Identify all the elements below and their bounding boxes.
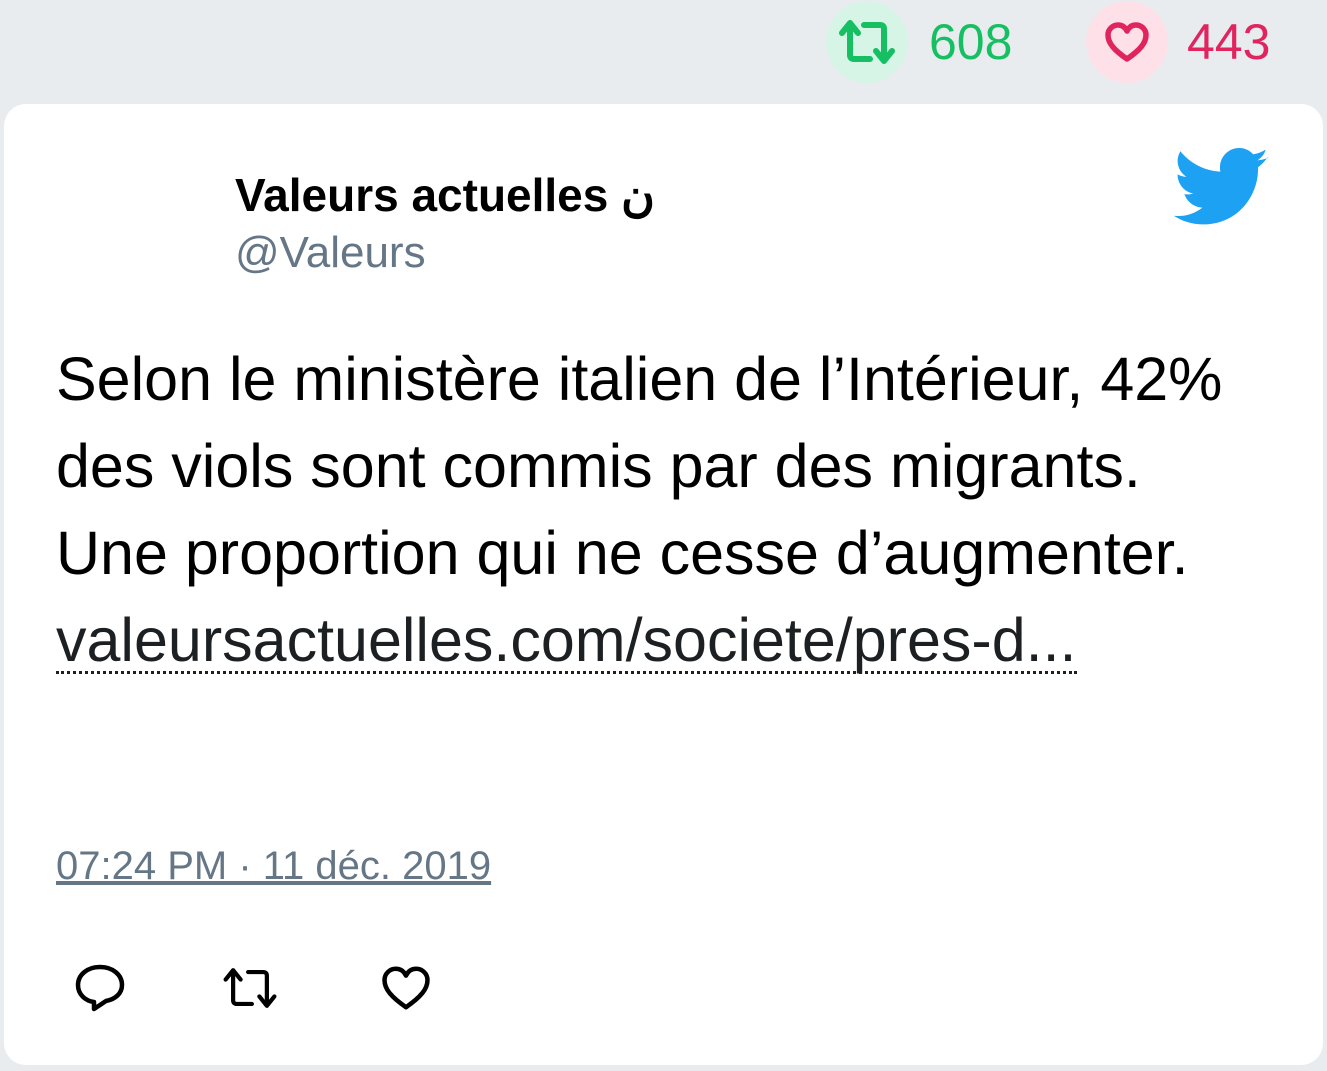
retweet-stat-icon-circle[interactable]: [826, 1, 908, 83]
engagement-stats-bar: 608 443: [0, 0, 1327, 100]
retweet-icon: [223, 968, 277, 1008]
tweet-text: Selon le ministère italien de l’Intérieu…: [56, 336, 1236, 684]
heart-icon: [1105, 22, 1149, 62]
tweet-link[interactable]: valeursactuelles.com/societe/pres-d...: [56, 609, 1077, 674]
tweet-timestamp[interactable]: 07:24 PM · 11 déc. 2019: [56, 844, 491, 889]
author-name[interactable]: Valeurs actuelles ن: [235, 168, 655, 222]
like-count: 443: [1187, 14, 1271, 70]
retweet-count: 608: [929, 14, 1013, 70]
author-handle[interactable]: @Valeurs: [235, 228, 426, 278]
reply-icon: [75, 964, 125, 1012]
like-stat-icon-circle[interactable]: [1086, 1, 1168, 83]
retweet-icon: [839, 20, 895, 64]
like-stat[interactable]: 443: [1086, 0, 1270, 84]
twitter-bird-icon[interactable]: [1174, 148, 1270, 228]
heart-icon: [382, 966, 430, 1010]
retweet-button[interactable]: [220, 958, 280, 1018]
tweet-body: Selon le ministère italien de l’Intérieu…: [56, 345, 1223, 587]
tweet-card[interactable]: Valeurs actuelles ن @Valeurs Selon le mi…: [4, 104, 1323, 1065]
like-button[interactable]: [376, 958, 436, 1018]
retweet-stat[interactable]: 608: [826, 0, 1012, 84]
reply-button[interactable]: [70, 958, 130, 1018]
tweet-actions: [4, 958, 604, 1022]
